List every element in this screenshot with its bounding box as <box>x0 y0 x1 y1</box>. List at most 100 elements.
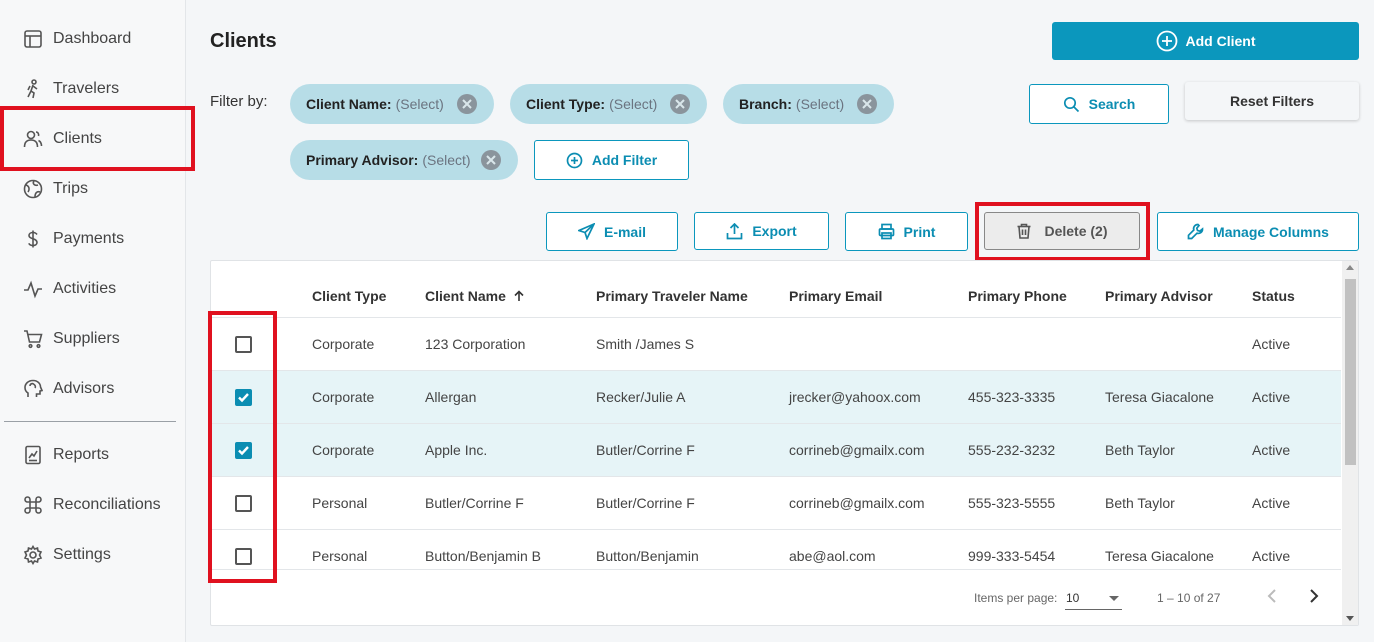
next-page-button[interactable] <box>1304 587 1322 605</box>
sidebar-item-trips[interactable]: Trips <box>0 164 186 214</box>
sidebar-item-travelers[interactable]: Travelers <box>0 64 186 114</box>
cell-client-type: Corporate <box>312 442 375 458</box>
cell-client-name: Allergan <box>425 389 477 405</box>
clients-table: Client Type Client Name Primary Traveler… <box>210 260 1359 626</box>
cell-primary-phone: 555-323-5555 <box>968 495 1056 511</box>
chevron-right-icon <box>1310 589 1319 603</box>
sidebar-item-activities[interactable]: Activities <box>0 264 186 314</box>
print-button[interactable]: Print <box>845 212 968 251</box>
row-checkbox[interactable] <box>235 495 252 512</box>
filter-chip-client-name[interactable]: Client Name: (Select) <box>290 84 494 124</box>
cell-primary-traveler: Recker/Julie A <box>596 389 686 405</box>
items-per-page-label: Items per page: <box>974 591 1058 605</box>
sidebar-item-reports[interactable]: Reports <box>0 430 186 480</box>
search-button[interactable]: Search <box>1029 84 1169 124</box>
column-header-primary-advisor[interactable]: Primary Advisor <box>1105 288 1213 304</box>
table-row[interactable]: Corporate 123 Corporation Smith /James S… <box>211 317 1341 370</box>
cell-primary-email: corrineb@gmailx.com <box>789 495 925 511</box>
sidebar-item-dashboard[interactable]: Dashboard <box>0 14 186 64</box>
cell-primary-advisor: Teresa Giacalone <box>1105 389 1214 405</box>
cell-client-name: 123 Corporation <box>425 336 526 352</box>
reset-filters-button[interactable]: Reset Filters <box>1185 82 1359 120</box>
row-checkbox[interactable] <box>235 336 252 353</box>
sidebar-item-label: Suppliers <box>53 330 120 347</box>
cell-primary-traveler: Smith /James S <box>596 336 695 352</box>
sidebar-item-reconciliations[interactable]: Reconciliations <box>0 480 186 530</box>
traveler-icon <box>22 78 44 100</box>
row-checkbox[interactable] <box>235 389 252 406</box>
scrollbar-thumb[interactable] <box>1345 279 1356 465</box>
delete-button[interactable]: Delete (2) <box>984 212 1140 250</box>
sidebar-item-advisors[interactable]: Advisors <box>0 364 186 414</box>
add-client-button[interactable]: Add Client <box>1052 22 1359 60</box>
filter-chip-primary-advisor[interactable]: Primary Advisor: (Select) <box>290 140 518 180</box>
column-header-primary-phone[interactable]: Primary Phone <box>968 288 1067 304</box>
cell-primary-advisor: Beth Taylor <box>1105 442 1175 458</box>
row-checkbox[interactable] <box>235 548 252 565</box>
sidebar-item-payments[interactable]: Payments <box>0 214 186 264</box>
export-button[interactable]: Export <box>694 212 829 250</box>
sidebar-item-settings[interactable]: Settings <box>0 530 186 580</box>
chip-value: (Select) <box>395 96 444 112</box>
add-filter-button[interactable]: Add Filter <box>534 140 689 180</box>
table-row[interactable]: Corporate Apple Inc. Butler/Corrine F co… <box>211 423 1341 476</box>
filter-chip-branch[interactable]: Branch: (Select) <box>723 84 894 124</box>
chip-remove-icon[interactable] <box>481 150 501 170</box>
cell-client-type: Corporate <box>312 389 375 405</box>
cell-status: Active <box>1252 389 1291 405</box>
send-icon <box>577 223 595 240</box>
cell-primary-phone: 555-232-3232 <box>968 442 1056 458</box>
manage-columns-button[interactable]: Manage Columns <box>1157 212 1359 251</box>
cell-primary-traveler: Butler/Corrine F <box>596 442 695 458</box>
chip-remove-icon[interactable] <box>457 94 477 114</box>
column-header-client-name[interactable]: Client Name <box>425 288 525 304</box>
filter-chip-client-type[interactable]: Client Type: (Select) <box>510 84 707 124</box>
scroll-up-arrow-icon[interactable] <box>1346 265 1354 270</box>
print-label: Print <box>903 223 936 240</box>
column-header-status[interactable]: Status <box>1252 288 1295 304</box>
cell-primary-advisor: Teresa Giacalone <box>1105 548 1214 564</box>
plus-circle-icon <box>1156 30 1177 52</box>
items-per-page-select[interactable]: 10 <box>1065 584 1122 610</box>
column-header-primary-email[interactable]: Primary Email <box>789 288 882 304</box>
sidebar-item-label: Settings <box>53 546 111 563</box>
table-row[interactable]: Personal Butler/Corrine F Butler/Corrine… <box>211 476 1341 529</box>
chip-key: Branch: <box>739 96 792 112</box>
filter-by-label: Filter by: <box>210 93 268 110</box>
chip-remove-icon[interactable] <box>857 94 877 114</box>
search-label: Search <box>1088 96 1136 112</box>
cell-status: Active <box>1252 442 1291 458</box>
scroll-down-arrow-icon[interactable] <box>1346 616 1354 621</box>
cell-primary-email: jrecker@yahoox.com <box>789 389 921 405</box>
search-icon <box>1063 96 1079 112</box>
paginator: Items per page: 10 1 – 10 of 27 <box>211 569 1341 625</box>
sidebar-item-suppliers[interactable]: Suppliers <box>0 314 186 364</box>
sidebar-item-label: Activities <box>53 280 117 297</box>
cell-primary-traveler: Butler/Corrine F <box>596 495 695 511</box>
chevron-left-icon <box>1267 589 1276 603</box>
column-header-primary-traveler[interactable]: Primary Traveler Name <box>596 288 748 304</box>
table-scrollbar[interactable] <box>1342 261 1358 625</box>
advisor-head-icon <box>22 378 44 400</box>
chip-remove-icon[interactable] <box>670 94 690 114</box>
sidebar-item-clients[interactable]: Clients <box>0 114 186 164</box>
sidebar-item-label: Reports <box>53 446 110 463</box>
cell-client-type: Personal <box>312 495 368 511</box>
chip-value: (Select) <box>422 152 471 168</box>
table-row[interactable]: Corporate Allergan Recker/Julie A jrecke… <box>211 370 1341 423</box>
email-button[interactable]: E-mail <box>546 212 678 251</box>
trash-icon <box>1017 223 1031 239</box>
dashboard-icon <box>22 28 44 50</box>
sidebar-item-label: Dashboard <box>53 30 132 47</box>
users-icon <box>22 128 44 150</box>
sidebar-nav: Dashboard Travelers Clients Trips Paymen… <box>0 0 186 642</box>
sort-ascending-icon <box>514 290 524 301</box>
column-header-client-type[interactable]: Client Type <box>312 288 386 304</box>
previous-page-button[interactable] <box>1264 587 1282 605</box>
sidebar-item-label: Clients <box>53 130 102 147</box>
plus-circle-icon <box>566 152 583 168</box>
email-label: E-mail <box>603 223 646 240</box>
printer-icon <box>878 223 894 240</box>
chip-key: Primary Advisor: <box>306 152 419 168</box>
row-checkbox[interactable] <box>235 442 252 459</box>
